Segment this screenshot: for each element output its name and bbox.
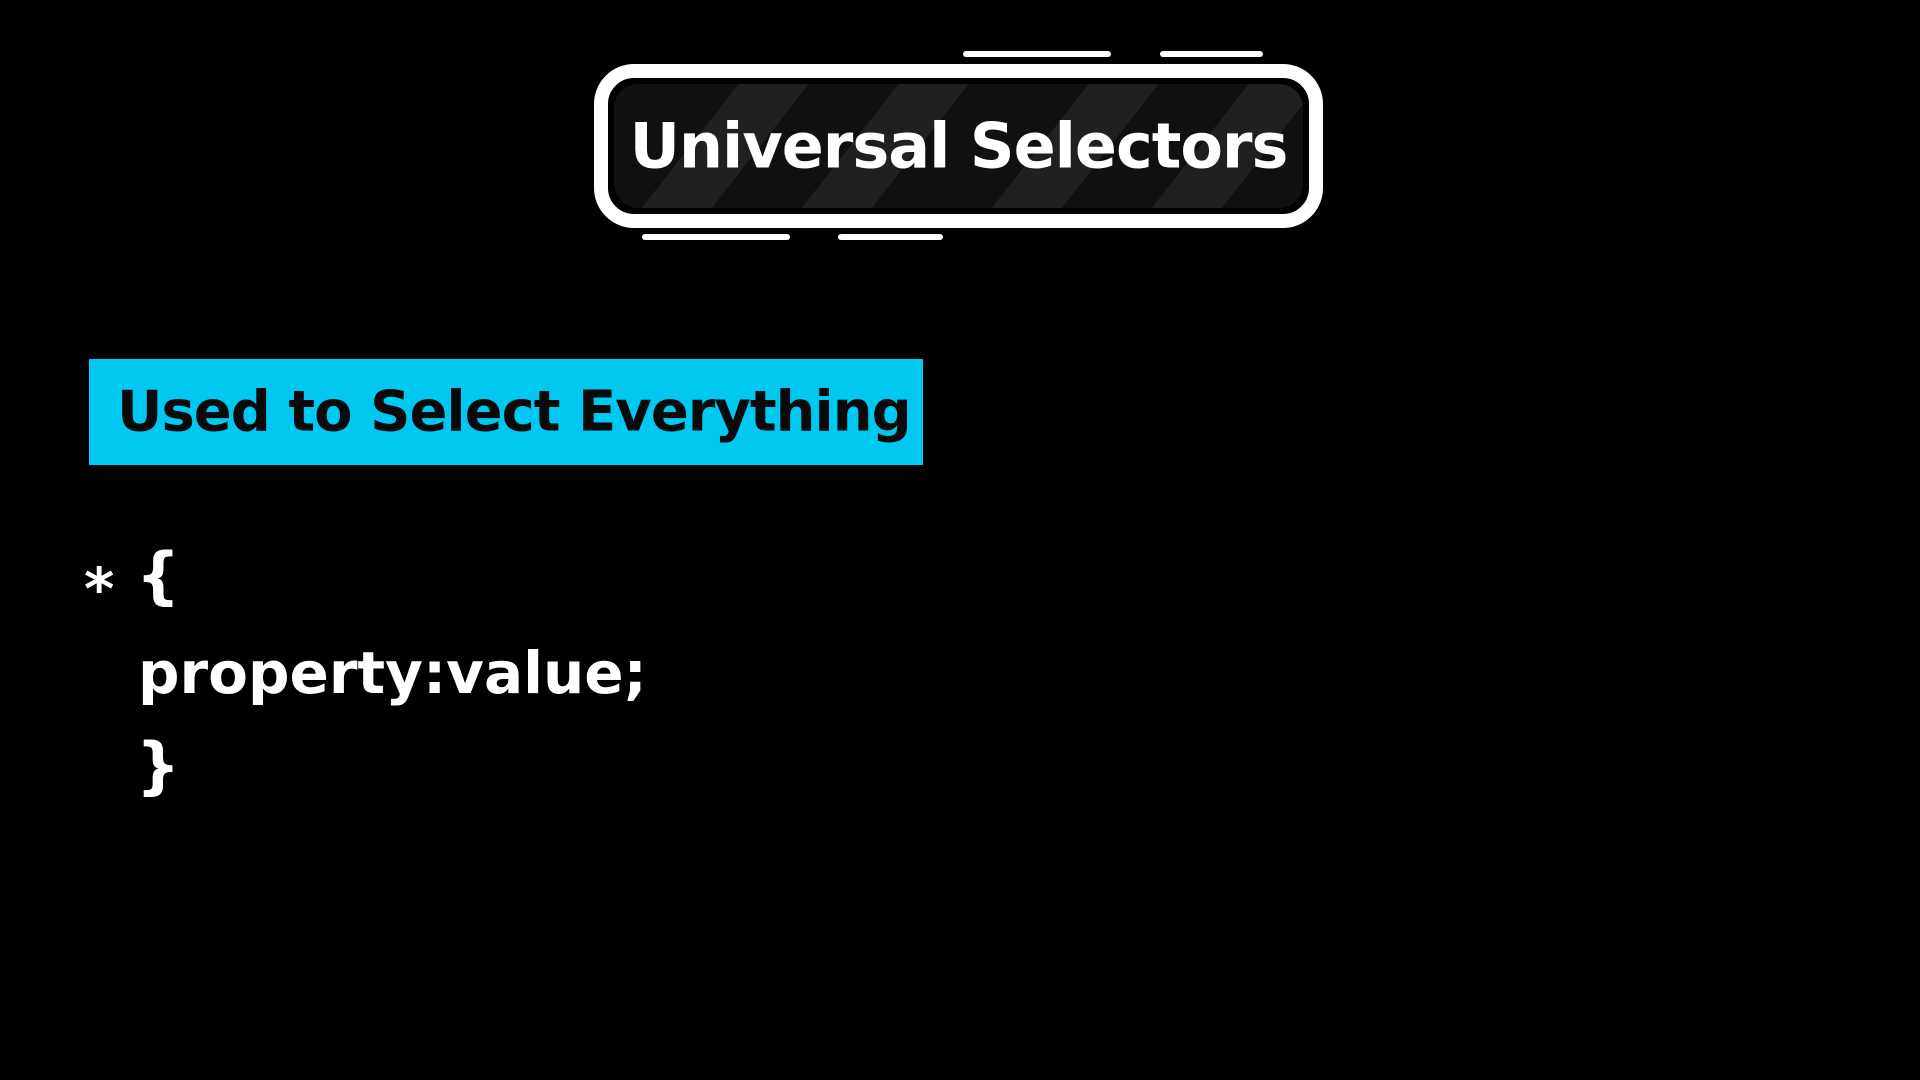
code-close-brace: } (136, 729, 181, 802)
title-deco-line-top-right (1160, 51, 1263, 57)
code-declaration: property:value; (138, 639, 647, 707)
highlight-label-text: Used to Select Everything (117, 379, 912, 445)
code-selector: * (84, 555, 115, 623)
title-deco-line-bottom-right (838, 234, 943, 240)
code-open-brace: { (136, 539, 181, 612)
page-title: Universal Selectors (629, 109, 1289, 183)
title-badge: Universal Selectors (594, 64, 1323, 228)
title-badge-inner: Universal Selectors (614, 84, 1303, 208)
title-deco-line-bottom-left (642, 234, 790, 240)
title-deco-line-top-left (963, 51, 1111, 57)
highlight-label: Used to Select Everything (89, 359, 923, 465)
